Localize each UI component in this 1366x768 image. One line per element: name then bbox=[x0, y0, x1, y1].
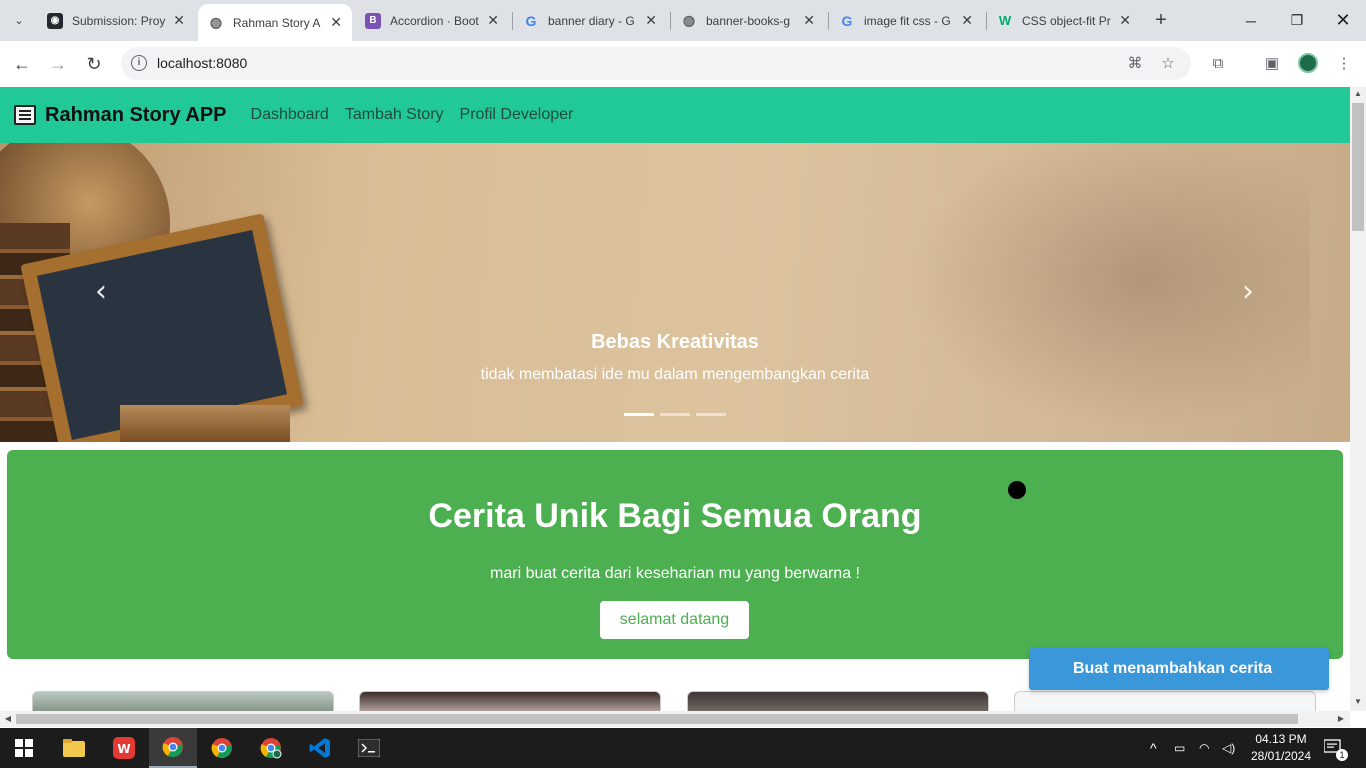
clock-date: 28/01/2024 bbox=[1250, 749, 1312, 763]
globe-icon: ◍ bbox=[209, 14, 223, 30]
book-icon bbox=[14, 105, 36, 125]
address-bar[interactable]: i localhost:8080 ⌘ ☆ bbox=[121, 47, 1191, 80]
scrollbar-thumb[interactable] bbox=[16, 714, 1298, 724]
tab-banner-diary[interactable]: G banner diary - G ✕ bbox=[513, 0, 667, 41]
nav-link-dashboard[interactable]: Dashboard bbox=[251, 106, 329, 124]
hero-title: Cerita Unik Bagi Semua Orang bbox=[428, 497, 922, 535]
story-card[interactable] bbox=[32, 691, 334, 711]
nav-link-profil-developer[interactable]: Profil Developer bbox=[460, 106, 574, 124]
tab-close-icon[interactable]: ✕ bbox=[330, 14, 342, 31]
site-navbar: Rahman Story APP Dashboard Tambah Story … bbox=[0, 87, 1350, 143]
scroll-right-icon[interactable]: ▶ bbox=[1334, 711, 1348, 727]
translate-icon[interactable]: ⌘ bbox=[1125, 54, 1145, 74]
vscode-icon[interactable] bbox=[296, 728, 344, 768]
file-explorer-icon[interactable] bbox=[50, 728, 98, 768]
url-text[interactable]: localhost:8080 bbox=[157, 55, 247, 71]
notification-count: 1 bbox=[1336, 749, 1348, 761]
google-icon: G bbox=[841, 12, 853, 29]
cursor-dot bbox=[1008, 481, 1026, 499]
minimize-icon[interactable]: ─ bbox=[1228, 0, 1274, 41]
taskbar-clock[interactable]: 04.13 PM 28/01/2024 bbox=[1248, 731, 1314, 765]
windows-taskbar: W ^ ▭ ◠ ◁) 04.13 PM 28/01/2024 1 bbox=[0, 728, 1366, 768]
carousel-indicator[interactable] bbox=[696, 413, 726, 416]
globe-icon: ◍ bbox=[682, 12, 696, 28]
page-viewport: Rahman Story APP Dashboard Tambah Story … bbox=[0, 87, 1350, 711]
carousel-prev-icon[interactable]: ‹ bbox=[89, 276, 113, 308]
tab-close-icon[interactable]: ✕ bbox=[961, 12, 973, 29]
scroll-up-icon[interactable]: ▲ bbox=[1350, 87, 1366, 101]
browser-toolbar: ← → ↻ i localhost:8080 ⌘ ☆ ⧉ ▣ ⋮ bbox=[0, 41, 1366, 87]
forward-arrow-icon[interactable]: → bbox=[44, 50, 72, 78]
browser-tab-strip: ⌄ ◉ Submission: Proy ✕ ◍ Rahman Story A … bbox=[0, 0, 1366, 41]
story-card[interactable] bbox=[1014, 691, 1316, 711]
add-story-floating-button[interactable]: Buat menambahkan cerita bbox=[1029, 648, 1329, 690]
tab-banner-books[interactable]: ◍ banner-books-g ✕ bbox=[671, 0, 825, 41]
github-icon: ◉ bbox=[47, 12, 63, 29]
battery-icon[interactable]: ▭ bbox=[1174, 728, 1185, 768]
w3schools-icon: W bbox=[998, 13, 1012, 28]
tab-search-button[interactable]: ⌄ bbox=[6, 8, 32, 32]
wps-office-icon[interactable]: W bbox=[100, 728, 148, 768]
carousel-indicators bbox=[624, 413, 726, 416]
carousel-caption-title: Bebas Kreativitas bbox=[591, 331, 759, 353]
story-card[interactable] bbox=[687, 691, 989, 711]
side-panel-icon[interactable]: ▣ bbox=[1262, 54, 1282, 74]
hero-section: Cerita Unik Bagi Semua Orang mari buat c… bbox=[7, 450, 1343, 659]
tab-css-object-fit[interactable]: W CSS object-fit Pr ✕ bbox=[987, 0, 1141, 41]
chrome-profile-icon[interactable] bbox=[247, 728, 295, 768]
show-hidden-icons-icon[interactable]: ^ bbox=[1150, 728, 1157, 768]
chrome-icon[interactable] bbox=[198, 728, 246, 768]
chrome-icon[interactable] bbox=[149, 728, 197, 768]
bootstrap-icon: B bbox=[365, 12, 381, 29]
google-icon: G bbox=[525, 12, 537, 29]
tab-rahman-story[interactable]: ◍ Rahman Story A ✕ bbox=[198, 4, 352, 41]
tab-accordion[interactable]: B Accordion · Boot ✕ bbox=[355, 0, 509, 41]
welcome-button[interactable]: selamat datang bbox=[600, 601, 749, 639]
site-info-icon[interactable]: i bbox=[131, 55, 147, 71]
hero-subtitle: mari buat cerita dari keseharian mu yang… bbox=[490, 565, 860, 582]
tab-close-icon[interactable]: ✕ bbox=[487, 12, 499, 29]
book-image bbox=[120, 405, 290, 442]
terminal-icon[interactable] bbox=[345, 728, 393, 768]
scroll-down-icon[interactable]: ▼ bbox=[1350, 695, 1366, 709]
windows-start-icon[interactable] bbox=[0, 728, 48, 768]
profile-avatar[interactable] bbox=[1298, 53, 1318, 73]
story-card[interactable] bbox=[359, 691, 661, 711]
back-arrow-icon[interactable]: ← bbox=[8, 50, 36, 78]
banner-carousel: ‹ › Bebas Kreativitas tidak membatasi id… bbox=[0, 143, 1350, 442]
scroll-left-icon[interactable]: ◀ bbox=[1, 711, 15, 727]
menu-kebab-icon[interactable]: ⋮ bbox=[1334, 54, 1354, 74]
bookmark-star-icon[interactable]: ☆ bbox=[1158, 54, 1178, 74]
new-tab-button[interactable]: + bbox=[1150, 8, 1172, 32]
carousel-caption-text: tidak membatasi ide mu dalam mengembangk… bbox=[480, 366, 870, 383]
tab-close-icon[interactable]: ✕ bbox=[803, 12, 815, 29]
nav-link-tambah-story[interactable]: Tambah Story bbox=[345, 106, 444, 124]
tab-close-icon[interactable]: ✕ bbox=[173, 12, 185, 29]
reload-icon[interactable]: ↻ bbox=[80, 50, 108, 78]
tab-submission[interactable]: ◉ Submission: Proy ✕ bbox=[37, 0, 195, 41]
clock-time: 04.13 PM bbox=[1255, 732, 1307, 746]
carousel-indicator[interactable] bbox=[660, 413, 690, 416]
wifi-icon[interactable]: ◠ bbox=[1199, 728, 1209, 768]
extensions-icon[interactable]: ⧉ bbox=[1208, 54, 1228, 74]
notification-icon[interactable]: 1 bbox=[1324, 728, 1348, 768]
close-window-icon[interactable]: ✕ bbox=[1320, 0, 1366, 41]
tab-close-icon[interactable]: ✕ bbox=[1119, 12, 1131, 29]
tab-close-icon[interactable]: ✕ bbox=[645, 12, 657, 29]
tab-image-fit[interactable]: G image fit css - G ✕ bbox=[829, 0, 983, 41]
vertical-scrollbar[interactable]: ▲ ▼ bbox=[1350, 87, 1366, 711]
carousel-next-icon[interactable]: › bbox=[1236, 276, 1260, 308]
scrollbar-thumb[interactable] bbox=[1352, 103, 1364, 231]
carousel-indicator[interactable] bbox=[624, 413, 654, 416]
horizontal-scrollbar[interactable]: ◀ ▶ bbox=[0, 711, 1350, 727]
site-brand[interactable]: Rahman Story APP bbox=[45, 104, 227, 127]
volume-icon[interactable]: ◁) bbox=[1222, 728, 1235, 768]
restore-icon[interactable]: ❐ bbox=[1274, 0, 1320, 41]
svg-text:W: W bbox=[117, 742, 130, 756]
